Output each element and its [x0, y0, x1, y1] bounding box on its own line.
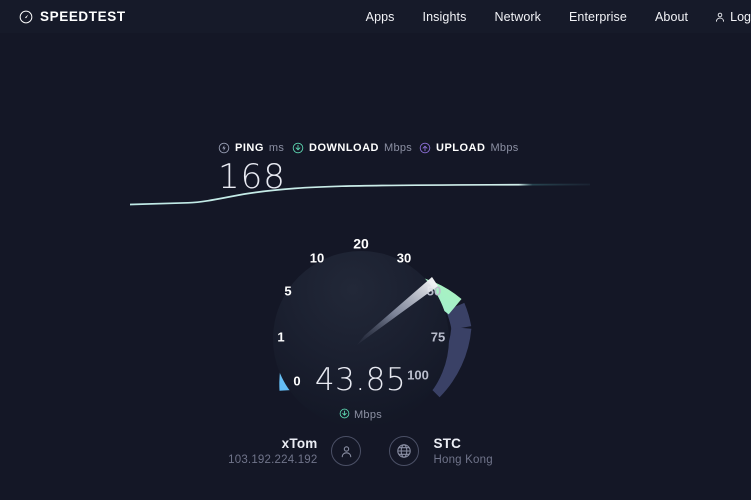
nav-about[interactable]: About: [641, 10, 702, 24]
nav-network[interactable]: Network: [480, 10, 555, 24]
nav-apps[interactable]: Apps: [352, 10, 409, 24]
metric-upload: UPLOAD Mbps: [419, 141, 539, 160]
brand-text: SPEEDTEST: [40, 9, 126, 24]
gauge-unit-label: Mbps: [353, 409, 383, 421]
brand-logo[interactable]: SPEEDTEST: [19, 9, 126, 24]
throughput-graph: [129, 178, 591, 214]
speedtest-gauge-icon: [19, 10, 33, 24]
metric-upload-head: UPLOAD Mbps: [419, 141, 539, 155]
upload-arrow-icon: [419, 142, 431, 154]
download-arrow-icon: [292, 142, 304, 154]
metric-ping-unit: ms: [268, 142, 285, 154]
main-nav: Apps Insights Network Enterprise About L…: [352, 0, 751, 33]
metric-download-head: DOWNLOAD Mbps: [292, 141, 419, 155]
gauge-tick-30: 30: [397, 250, 411, 265]
gauge-value-number: 43.85: [314, 362, 407, 398]
person-icon[interactable]: [331, 436, 362, 466]
login-button[interactable]: Log: [702, 10, 751, 24]
metric-download-unit: Mbps: [384, 142, 413, 154]
server-name: STC: [433, 436, 462, 451]
metric-ping-head: PING ms: [218, 141, 292, 155]
download-arrow-icon: [339, 406, 350, 424]
metric-upload-label: UPLOAD: [436, 142, 486, 154]
gauge-tick-5: 5: [284, 283, 291, 298]
connection-info: xTom 103.192.224.192 STC Hong Kong: [0, 436, 751, 466]
metric-download: DOWNLOAD Mbps: [292, 141, 419, 160]
site-header: SPEEDTEST Apps Insights Network Enterpri…: [0, 0, 751, 33]
gauge-tick-10: 10: [310, 250, 324, 265]
ping-icon: [218, 142, 230, 154]
gauge-value-display: 43.85: [0, 362, 751, 398]
nav-enterprise[interactable]: Enterprise: [555, 10, 641, 24]
gauge-unit-display: Mbps: [0, 406, 751, 424]
login-label: Log: [730, 9, 751, 24]
gauge-tick-1: 1: [277, 329, 284, 344]
metric-download-label: DOWNLOAD: [309, 142, 379, 154]
metric-ping-label: PING: [235, 142, 264, 154]
isp-name: xTom: [281, 436, 318, 451]
server-location: Hong Kong: [433, 454, 493, 466]
metric-upload-unit: Mbps: [490, 142, 519, 154]
speedtest-page: SPEEDTEST Apps Insights Network Enterpri…: [0, 0, 751, 500]
gauge-tick-75: 75: [431, 329, 445, 344]
isp-ip: 103.192.224.192: [228, 454, 318, 466]
server-info[interactable]: STC Hong Kong: [433, 436, 492, 466]
isp-info[interactable]: xTom 103.192.224.192: [228, 436, 317, 466]
nav-insights[interactable]: Insights: [409, 10, 481, 24]
globe-icon[interactable]: [389, 436, 420, 466]
gauge-tick-20: 20: [353, 236, 369, 252]
person-icon: [714, 11, 726, 23]
